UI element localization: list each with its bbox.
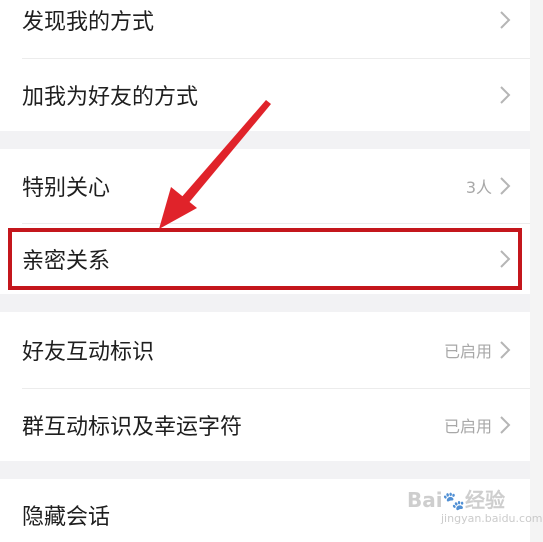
section-separator	[0, 461, 530, 479]
row-value: 已启用	[443, 342, 492, 361]
chevron-right-icon	[500, 341, 511, 359]
row-label: 发现我的方式	[22, 10, 155, 35]
watermark-url: jingyan.baidu.com	[441, 512, 543, 525]
row-label: 隐藏会话	[22, 505, 111, 530]
section-separator	[0, 294, 530, 312]
settings-row-friend-interaction-badge[interactable]: 好友互动标识 已启用	[0, 312, 530, 388]
highlight-box	[8, 228, 522, 290]
watermark-text: Bai🐾经验	[407, 488, 506, 512]
row-value: 已启用	[443, 417, 492, 436]
baidu-watermark: Bai🐾经验 jingyan.baidu.com	[407, 484, 543, 534]
chevron-right-icon	[500, 416, 511, 434]
chevron-right-icon	[500, 11, 511, 29]
row-label: 特别关心	[22, 176, 111, 201]
settings-page: 发现我的方式 加我为好友的方式 特别关心 3人 亲密关系 好友互动标识 已启用	[0, 0, 543, 542]
row-label: 群互动标识及幸运字符	[22, 415, 243, 440]
right-edge-strip	[530, 0, 543, 542]
row-value: 3人	[465, 178, 492, 197]
row-label: 加我为好友的方式	[22, 85, 199, 110]
section-separator	[0, 131, 530, 149]
settings-row-group-interaction-badge[interactable]: 群互动标识及幸运字符 已启用	[0, 389, 530, 461]
chevron-right-icon	[500, 86, 511, 104]
row-label: 好友互动标识	[22, 340, 155, 365]
settings-row-discover-me[interactable]: 发现我的方式	[0, 0, 530, 46]
settings-row-special-care[interactable]: 特别关心 3人	[0, 149, 530, 223]
settings-row-add-me-method[interactable]: 加我为好友的方式	[0, 59, 530, 131]
chevron-right-icon	[500, 177, 511, 195]
